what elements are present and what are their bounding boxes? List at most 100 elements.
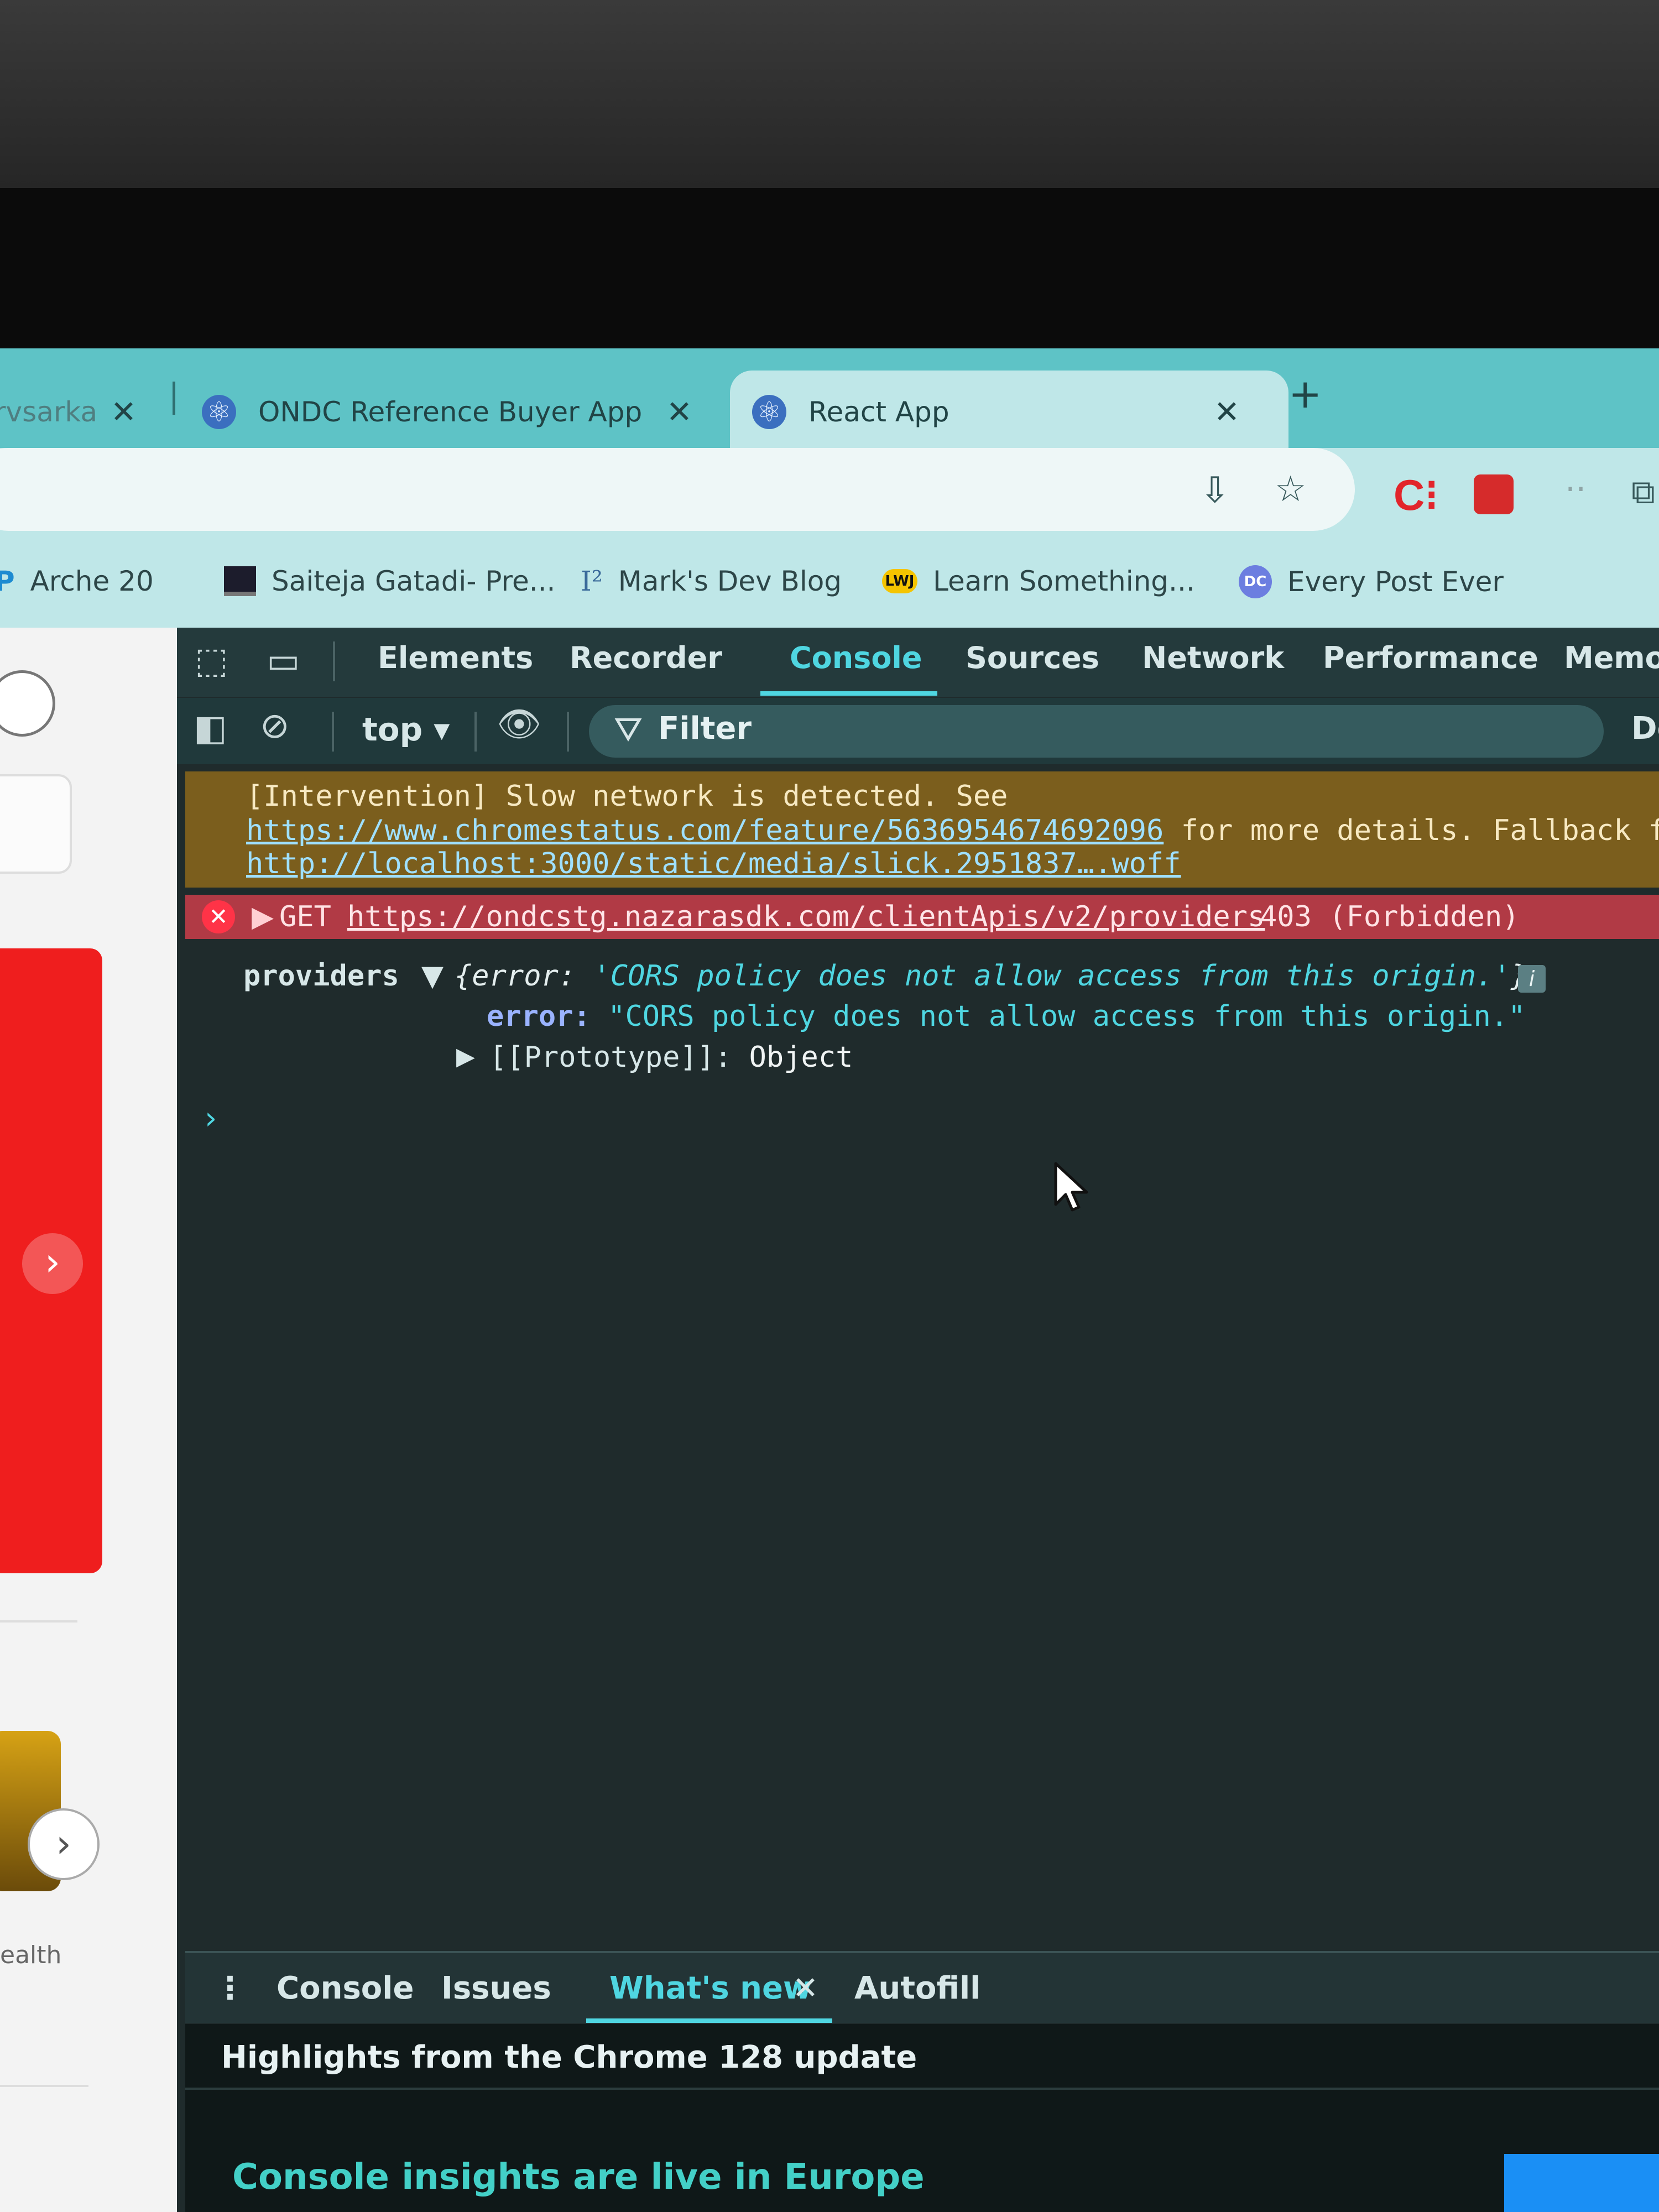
laptop-icon — [224, 566, 256, 596]
divider — [0, 1620, 77, 1623]
context-selector[interactable]: top ▾ — [362, 711, 450, 748]
prototype-row[interactable]: [[Prototype]]: Object — [489, 1041, 853, 1074]
property-value: "CORS policy does not allow access from … — [608, 1000, 1526, 1033]
collapse-arrow-icon[interactable]: ▼ — [421, 959, 444, 993]
tab-rvsarka[interactable]: rvsarka ✕ — [0, 371, 160, 453]
address-bar[interactable] — [0, 448, 1355, 531]
page-card — [0, 774, 72, 874]
drawer-menu-icon[interactable]: ⋮ — [215, 1970, 246, 2006]
tab-strip: rvsarka ✕ ONDC Reference Buyer App ✕ Rea… — [0, 348, 1659, 456]
bookmark-learn-something[interactable]: LWJ Learn Something... — [882, 565, 1195, 597]
carousel-next-icon[interactable]: › — [28, 1808, 100, 1880]
bookmark-label: Mark's Dev Blog — [618, 565, 842, 597]
star-icon[interactable]: ☆ — [1275, 469, 1306, 510]
sidebar-toggle-icon[interactable]: ◧ — [194, 708, 227, 749]
bookmark-label: Every Post Ever — [1287, 566, 1504, 598]
drawer-tab-whats-new[interactable]: What's new — [609, 1970, 812, 2006]
warning-text: [Intervention] Slow network is detected.… — [246, 780, 1008, 813]
react-icon — [202, 395, 236, 429]
new-tab-button[interactable]: + — [1288, 371, 1322, 417]
live-expression-eye-icon[interactable]: 👁 — [497, 703, 541, 745]
lwj-icon: LWJ — [882, 569, 917, 593]
tab-performance[interactable]: Performance — [1323, 640, 1538, 675]
tab-ondc-reference-buyer-app[interactable]: ONDC Reference Buyer App ✕ — [202, 371, 700, 453]
drawer-tab-issues[interactable]: Issues — [441, 1970, 551, 2006]
separator — [567, 712, 569, 752]
tab-title: rvsarka — [0, 396, 98, 428]
warning-line-2: https://www.chromestatus.com/feature/563… — [246, 814, 1659, 847]
bookmark-label: Arche 20 — [30, 565, 154, 597]
dc-icon: DC — [1239, 565, 1272, 598]
whats-new-subtitle: Highlights from the Chrome 128 update — [221, 2039, 917, 2075]
tab-react-app[interactable]: React App ✕ — [730, 371, 1288, 453]
tab-console[interactable]: Console — [790, 640, 922, 675]
install-icon[interactable]: ⇩ — [1200, 470, 1230, 511]
close-icon[interactable]: ✕ — [792, 1970, 818, 2006]
tab-title: ONDC Reference Buyer App — [258, 396, 643, 428]
prototype-value: Object — [749, 1041, 853, 1074]
summary-open: {error: — [455, 959, 593, 993]
extension-c-icon[interactable]: C⁝ — [1394, 470, 1438, 520]
extension-red-icon[interactable] — [1474, 474, 1514, 514]
drawer-tab-autofill[interactable]: Autofill — [854, 1970, 980, 2006]
close-icon[interactable]: ✕ — [1214, 394, 1240, 430]
request-url-link[interactable]: https://ondcstg.nazarasdk.com/clientApis… — [347, 900, 1265, 933]
prototype-key: [[Prototype]]: — [489, 1041, 732, 1074]
object-summary[interactable]: {error: 'CORS policy does not allow acce… — [455, 959, 1528, 993]
monitor-bezel — [0, 188, 1659, 348]
bookmark-label: Saiteja Gatadi- Pre... — [272, 565, 556, 597]
expand-arrow-icon[interactable]: ▶ — [456, 1042, 475, 1071]
react-icon — [752, 395, 786, 429]
close-icon[interactable]: ✕ — [111, 394, 137, 430]
bookmark-marks-dev-blog[interactable]: I² Mark's Dev Blog — [581, 565, 842, 597]
tab-title: React App — [808, 396, 950, 428]
extension-dots-icon[interactable]: ·· — [1565, 470, 1586, 509]
bookmark-label: Learn Something... — [933, 565, 1195, 597]
font-resource-link[interactable]: http://localhost:3000/static/media/slick… — [246, 847, 1181, 880]
bookmark-every-post-ever[interactable]: DC Every Post Ever — [1239, 565, 1504, 598]
warning-text: for more details. Fallback fon — [1164, 814, 1659, 847]
bookmark-arche[interactable]: P Arche 20 — [0, 565, 154, 597]
carousel-next-icon[interactable]: › — [22, 1233, 83, 1294]
close-icon[interactable]: ✕ — [666, 394, 692, 430]
tab-elements[interactable]: Elements — [378, 640, 533, 675]
expand-arrow-icon[interactable]: ▶ — [252, 900, 274, 933]
i2-icon: I² — [581, 565, 603, 597]
room-background — [0, 0, 1659, 188]
active-tab-indicator — [760, 691, 937, 696]
error-icon: ✕ — [202, 900, 235, 933]
inspect-element-icon[interactable]: ⬚ — [195, 640, 228, 681]
separator — [474, 712, 477, 752]
active-drawer-tab-indicator — [586, 2018, 832, 2023]
chromestatus-link[interactable]: https://www.chromestatus.com/feature/563… — [246, 814, 1164, 847]
separator — [333, 641, 335, 681]
log-label: providers — [243, 959, 399, 993]
property-row: error: "CORS policy does not allow acces… — [487, 1000, 1525, 1033]
promo-image — [1504, 2154, 1659, 2212]
bookmark-saiteja[interactable]: Saiteja Gatadi- Pre... — [224, 565, 555, 597]
divider — [0, 2085, 88, 2087]
info-icon[interactable]: i — [1518, 965, 1546, 993]
console-prompt[interactable]: › — [205, 1100, 217, 1136]
drawer-tab-console[interactable]: Console — [276, 1970, 414, 2006]
mouse-cursor-icon — [1054, 1162, 1088, 1212]
summary-value: 'CORS policy does not allow access from … — [593, 959, 1511, 993]
tab-network[interactable]: Network — [1142, 640, 1284, 675]
tab-sources[interactable]: Sources — [966, 640, 1099, 675]
tab-recorder[interactable]: Recorder — [570, 640, 722, 675]
divider — [185, 2088, 1659, 2090]
whats-new-headline[interactable]: Console insights are live in Europe — [232, 2157, 925, 2198]
separator — [332, 712, 334, 752]
clear-console-icon[interactable]: ⊘ — [260, 706, 290, 747]
tab-divider — [173, 382, 175, 415]
puzzle-icon[interactable]: ⧉ — [1631, 473, 1655, 512]
category-label: ealth — [0, 1941, 62, 1969]
device-toolbar-icon[interactable]: ▭ — [267, 640, 300, 681]
filter-placeholder: Filter — [658, 711, 752, 747]
property-key: error: — [487, 1000, 591, 1033]
warning-line-3: http://localhost:3000/static/media/slick… — [246, 847, 1181, 880]
tab-memory[interactable]: Memor — [1564, 640, 1659, 675]
log-levels-dropdown[interactable]: De — [1631, 711, 1659, 747]
p-icon: P — [0, 565, 15, 597]
status-text: 403 (Forbidden) — [1260, 900, 1520, 933]
